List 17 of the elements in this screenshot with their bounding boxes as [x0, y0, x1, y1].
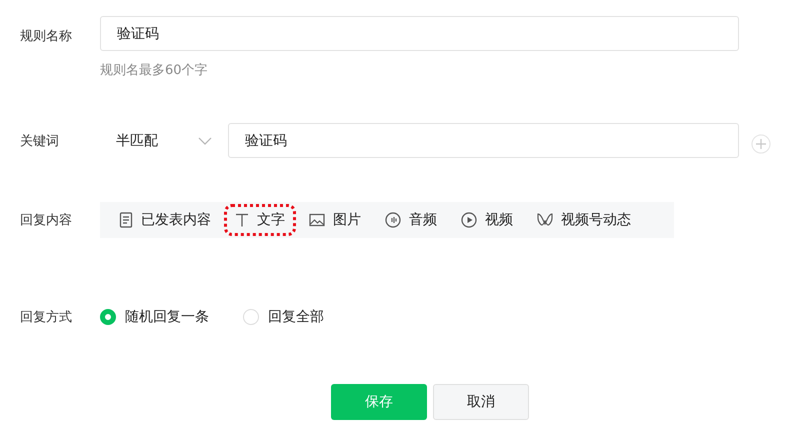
cancel-button[interactable]: 取消 [433, 384, 529, 420]
content-type-tab[interactable]: 图片 [298, 204, 372, 236]
content-type-tab[interactable]: 视频 [450, 204, 524, 236]
content-type-tab[interactable]: 文字 [224, 204, 296, 236]
field-label: 关键词 [20, 132, 60, 150]
hint-text: 规则名最多60个字 [100, 62, 209, 79]
field-label: 回复方式 [20, 309, 73, 326]
content-type-tab[interactable]: 视频号动态 [526, 204, 642, 236]
field-label: 规则名称 [20, 28, 73, 45]
field-label: 回复内容 [20, 212, 73, 229]
reply-method-option[interactable]: 随机回复一条 [100, 308, 209, 326]
match-dropdown[interactable]: 半匹配 [100, 123, 220, 158]
content-type-tab[interactable]: 已发表内容 [108, 204, 222, 236]
rule-name-field[interactable]: 验证码 [100, 16, 739, 51]
reply-method-option[interactable]: 回复全部 [243, 308, 324, 326]
content-type-tab[interactable]: 音频 [374, 204, 448, 236]
keyword-field[interactable]: 验证码 [228, 123, 739, 158]
